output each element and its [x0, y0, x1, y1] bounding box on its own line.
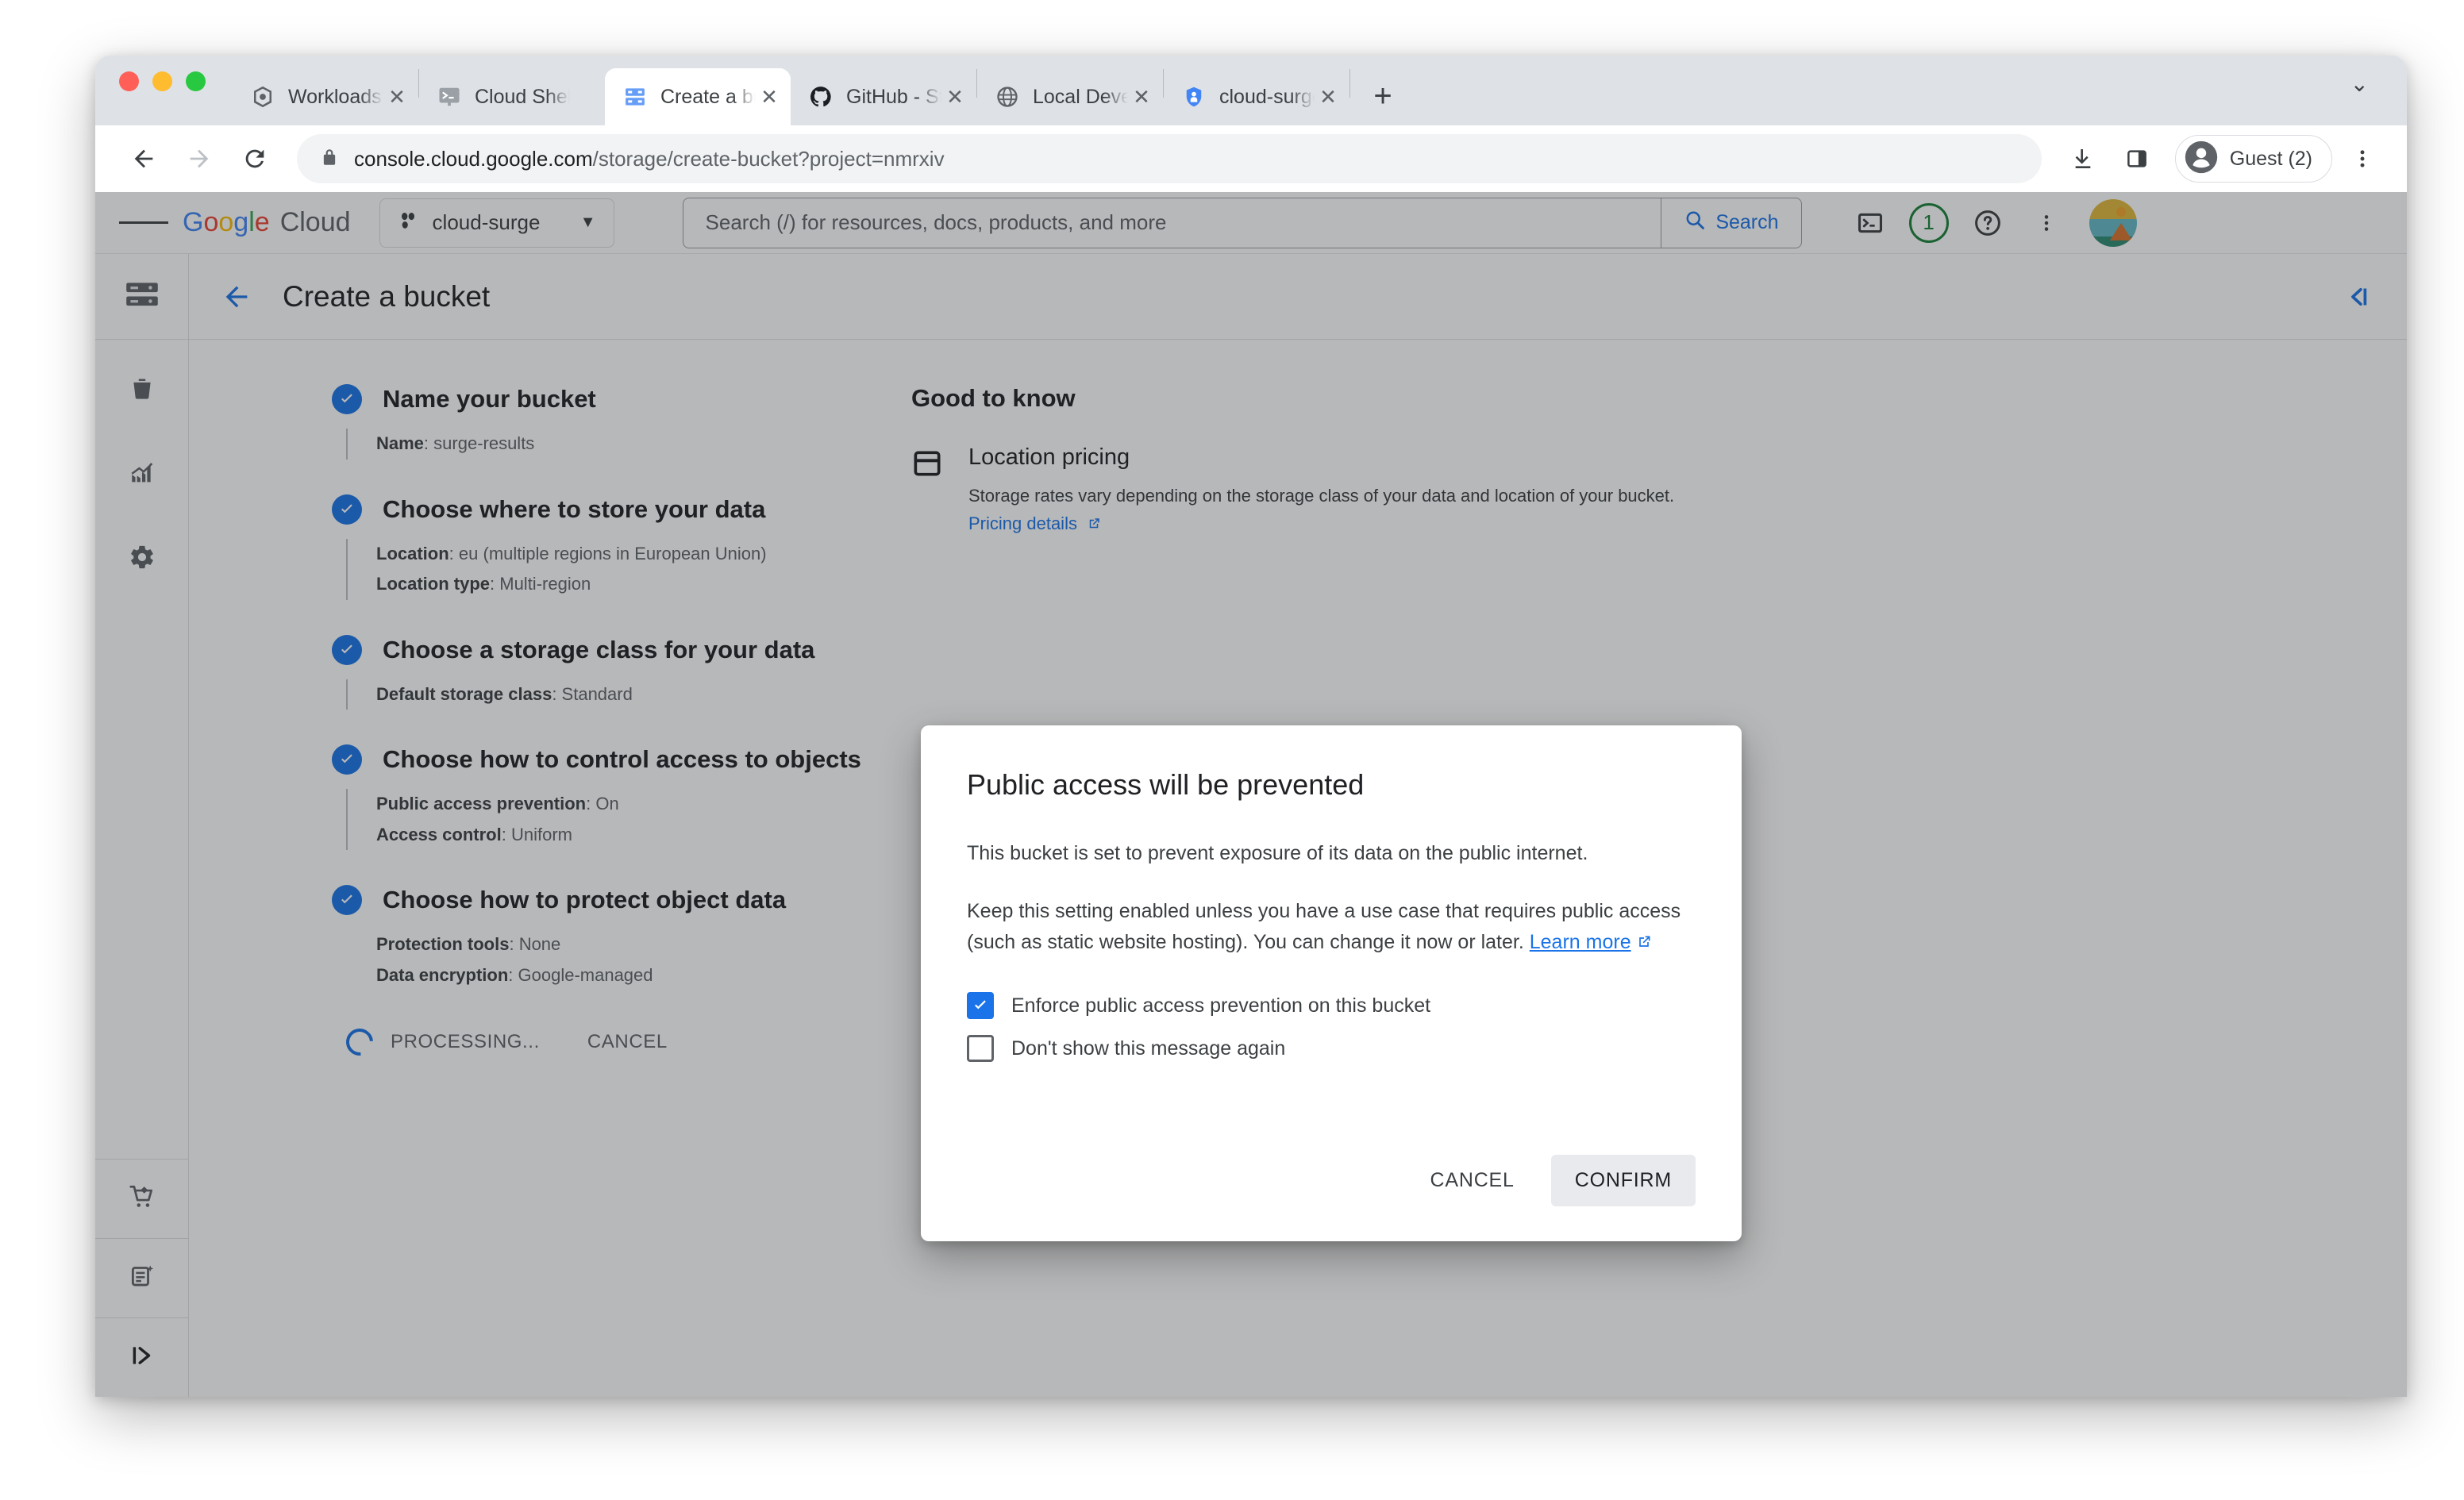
cloud-storage-icon	[622, 84, 648, 110]
public-access-dialog: Public access will be prevented This buc…	[921, 725, 1742, 1241]
browser-menu-icon[interactable]	[2339, 135, 2386, 183]
tab-title: GitHub - Steinbeck-Lab	[846, 85, 941, 108]
learn-more-link[interactable]: Learn more	[1530, 931, 1631, 953]
profile-label: Guest (2)	[2229, 147, 2312, 170]
close-tab-icon[interactable]: ✕	[383, 83, 410, 110]
profile-button[interactable]: Guest (2)	[2174, 135, 2332, 183]
enforce-public-access-prevention-label: Enforce public access prevention on this…	[1011, 994, 1431, 1017]
downloads-icon[interactable]	[2059, 135, 2107, 183]
tab-title: cloud-surge-sa – IAM &	[1219, 85, 1315, 108]
browser-tab-cloud-shell[interactable]: Cloud Shell	[419, 68, 605, 125]
address-bar[interactable]: console.cloud.google.com/storage/create-…	[297, 134, 2042, 183]
external-link-icon	[1636, 929, 1652, 960]
browser-window: Workloads – Kubernetes ✕ Cloud Shell	[95, 56, 2407, 1397]
forward-button[interactable]	[175, 134, 224, 183]
enforce-public-access-prevention-checkbox[interactable]	[967, 992, 994, 1020]
browser-tab-github[interactable]: GitHub - Steinbeck-Lab ✕	[791, 68, 976, 125]
iam-shield-icon	[1181, 84, 1207, 110]
minimize-window-button[interactable]	[152, 71, 172, 91]
browser-tab-local-development[interactable]: Local Development (min ✕	[977, 68, 1163, 125]
address-bar-url: console.cloud.google.com/storage/create-…	[354, 146, 945, 171]
close-tab-icon[interactable]: ✕	[1315, 83, 1342, 110]
close-tab-icon[interactable]: ✕	[1128, 83, 1155, 110]
browser-tab-create-a-bucket[interactable]: Create a bucket – Cloud ✕	[605, 68, 791, 125]
tab-search-chevron-icon[interactable]: ⌄	[2339, 66, 2380, 102]
avatar-icon	[2184, 140, 2219, 179]
desktop-background: Workloads – Kubernetes ✕ Cloud Shell	[0, 0, 2464, 1500]
browser-tab-cloud-surge-sa-iam[interactable]: cloud-surge-sa – IAM & ✕	[1164, 68, 1349, 125]
back-button[interactable]	[119, 134, 168, 183]
tab-title: Create a bucket – Cloud	[660, 85, 756, 108]
tab-title: Cloud Shell	[475, 85, 570, 108]
kubernetes-icon	[250, 84, 275, 110]
close-window-button[interactable]	[119, 71, 139, 91]
dont-show-again-checkbox[interactable]	[967, 1035, 994, 1063]
dont-show-again-row[interactable]: Don't show this message again	[967, 1035, 1696, 1063]
close-tab-icon[interactable]: ✕	[756, 83, 783, 110]
dont-show-again-label: Don't show this message again	[1011, 1037, 1286, 1060]
tab-title: Workloads – Kubernetes	[288, 85, 383, 108]
enforce-public-access-prevention-row[interactable]: Enforce public access prevention on this…	[967, 992, 1696, 1020]
browser-tab-workloads[interactable]: Workloads – Kubernetes ✕	[233, 68, 418, 125]
close-tab-icon[interactable]: ✕	[941, 83, 968, 110]
maximize-window-button[interactable]	[186, 71, 206, 91]
window-controls	[119, 56, 233, 125]
dialog-cancel-button[interactable]: CANCEL	[1410, 1155, 1535, 1206]
tab-strip-right-controls: ⌄	[2331, 56, 2407, 125]
tab-separator	[1349, 69, 1350, 98]
cloud-shell-icon	[437, 84, 462, 110]
dialog-footer: CANCEL CONFIRM	[967, 1155, 1696, 1241]
page-viewport: Go o g l e Cloud cloud-surge ▼ Search (/) for…	[95, 192, 2407, 1397]
new-tab-button[interactable]: +	[1358, 71, 1407, 121]
browser-tab-strip: Workloads – Kubernetes ✕ Cloud Shell	[95, 56, 2407, 125]
reload-button[interactable]	[230, 134, 279, 183]
github-icon	[808, 84, 834, 110]
globe-icon	[995, 84, 1020, 110]
tab-title: Local Development (min	[1033, 85, 1128, 108]
browser-toolbar: console.cloud.google.com/storage/create-…	[95, 125, 2407, 192]
dialog-confirm-button[interactable]: CONFIRM	[1550, 1155, 1696, 1206]
dialog-title: Public access will be prevented	[967, 768, 1365, 801]
side-panel-icon[interactable]	[2113, 135, 2161, 183]
dialog-paragraph-1: This bucket is set to prevent exposure o…	[967, 842, 1588, 864]
dialog-paragraph-2: Keep this setting enabled unless you hav…	[967, 896, 1696, 960]
dialog-checkboxes: Enforce public access prevention on this…	[967, 992, 1696, 1078]
close-tab-icon[interactable]	[570, 83, 597, 110]
lock-icon	[319, 147, 340, 171]
tab-list: Workloads – Kubernetes ✕ Cloud Shell	[233, 56, 2331, 125]
